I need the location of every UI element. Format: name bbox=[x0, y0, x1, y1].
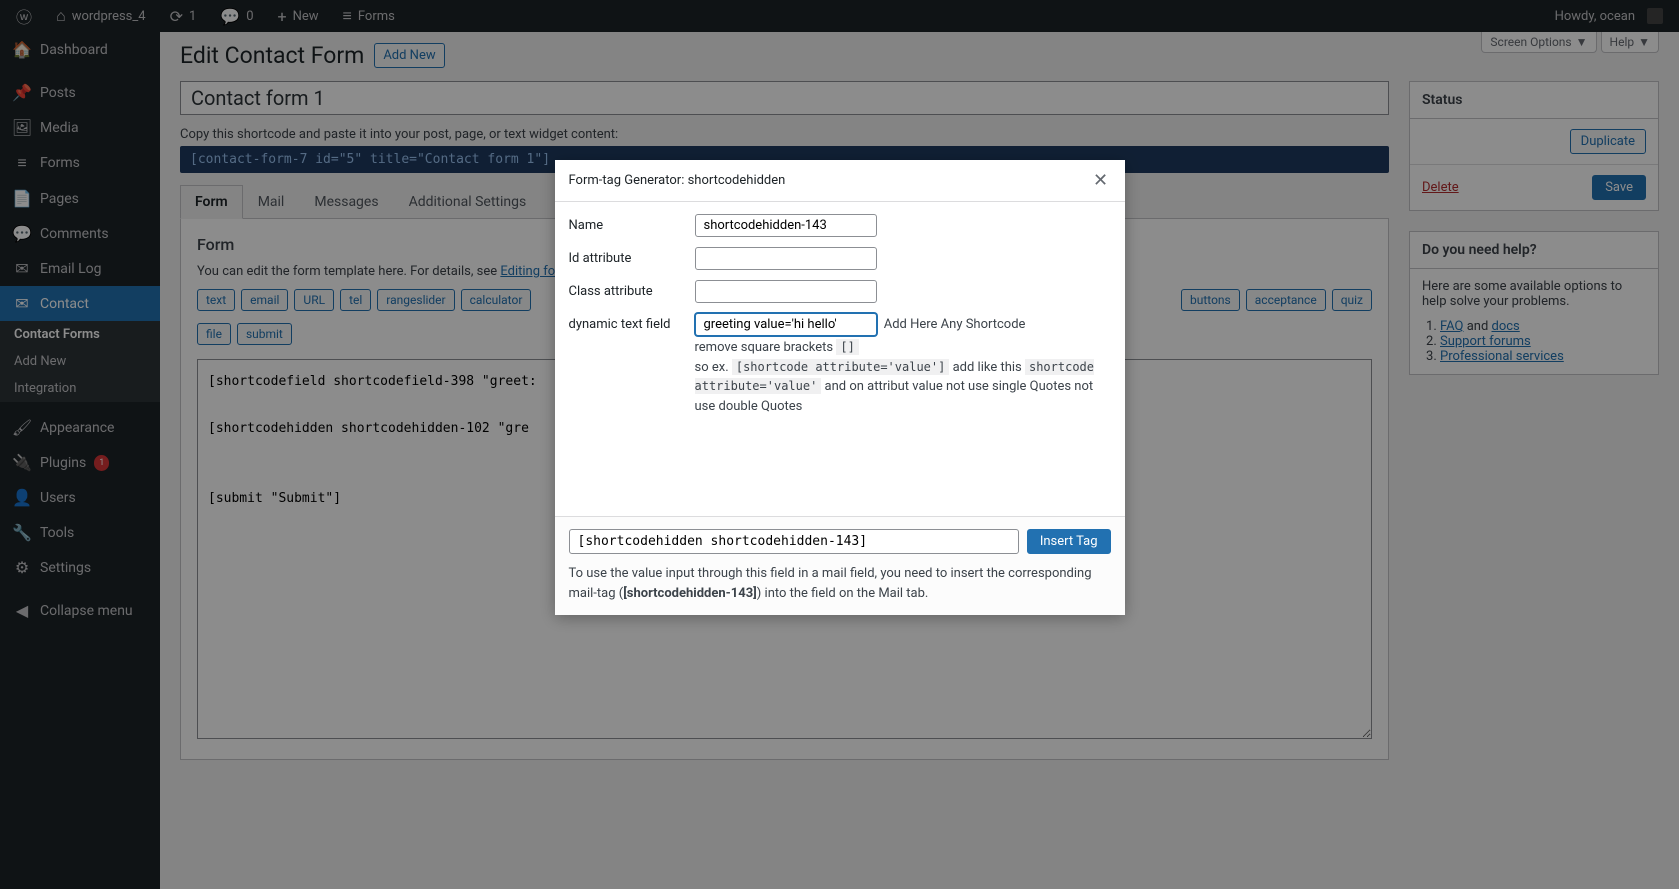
generated-tag-input[interactable] bbox=[569, 529, 1019, 554]
id-label: Id attribute bbox=[569, 247, 695, 266]
hint-addhere: Add Here Any Shortcode bbox=[884, 317, 1026, 332]
footer-note: To use the value input through this fiel… bbox=[569, 564, 1111, 603]
class-input[interactable] bbox=[695, 280, 877, 303]
dynamic-label: dynamic text field bbox=[569, 313, 695, 332]
modal-close-button[interactable]: ✕ bbox=[1091, 170, 1111, 191]
formtag-modal: Form-tag Generator: shortcodehidden ✕ Na… bbox=[555, 160, 1125, 615]
hint-lines: remove square brackets [] so ex. [shortc… bbox=[695, 338, 1111, 416]
modal-overlay[interactable]: Form-tag Generator: shortcodehidden ✕ Na… bbox=[0, 0, 1679, 889]
insert-tag-button[interactable]: Insert Tag bbox=[1027, 529, 1111, 554]
class-label: Class attribute bbox=[569, 280, 695, 299]
modal-title: Form-tag Generator: shortcodehidden bbox=[569, 173, 786, 188]
dynamic-text-input[interactable] bbox=[695, 313, 877, 336]
name-label: Name bbox=[569, 214, 695, 233]
name-input[interactable] bbox=[695, 214, 877, 237]
id-input[interactable] bbox=[695, 247, 877, 270]
